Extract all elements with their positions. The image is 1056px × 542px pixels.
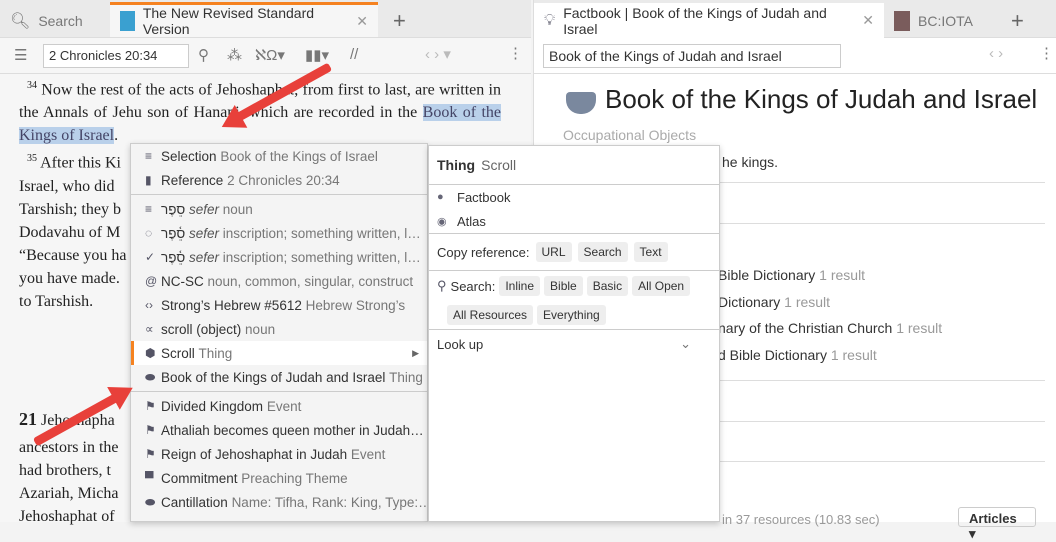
parallel-icon[interactable]: ▮▮▾ bbox=[305, 46, 329, 64]
map-pin-icon: ◉ bbox=[437, 215, 447, 228]
flag-icon: ⚑ bbox=[145, 447, 156, 461]
menu-item[interactable]: ≡ סֵפֶר sefer noun bbox=[131, 197, 427, 221]
lines-icon: ≡ bbox=[145, 202, 153, 216]
menu-icon[interactable]: ☰ bbox=[14, 46, 27, 64]
sync-icon[interactable]: // bbox=[350, 46, 358, 63]
result-item[interactable]: Dictionary 1 result bbox=[718, 294, 830, 310]
search-everything-button[interactable]: Everything bbox=[537, 305, 606, 325]
new-tab-icon[interactable]: + bbox=[1011, 8, 1024, 34]
more-icon[interactable]: ⋮ bbox=[508, 44, 523, 62]
factbook-search-input[interactable]: Book of the Kings of Judah and Israel bbox=[543, 44, 841, 68]
menu-separator bbox=[131, 194, 427, 195]
divider bbox=[720, 421, 1045, 422]
divider bbox=[720, 223, 1045, 224]
menu-item[interactable]: ⬬ Book of the Kings of Judah and Israel T… bbox=[131, 365, 427, 389]
tab-bciota[interactable]: BC:IOTA bbox=[884, 3, 999, 38]
tab-nrsv[interactable]: The New Revised Standard Version ✕ bbox=[110, 2, 378, 37]
flag-icon: ⚑ bbox=[145, 423, 156, 437]
menu-item[interactable]: ⚑ Athaliah becomes queen mother in Judah… bbox=[131, 418, 427, 442]
menu-item[interactable]: ≡ Selection Book of the Kings of Israel bbox=[131, 144, 427, 168]
copy-url-button[interactable]: URL bbox=[535, 242, 572, 262]
check-icon: ✓ bbox=[145, 250, 156, 264]
visual-filter-icon[interactable]: ⁂ bbox=[227, 46, 242, 64]
podium-icon: ▀ bbox=[145, 471, 154, 485]
search-basic-button[interactable]: Basic bbox=[586, 276, 629, 296]
copy-text-button[interactable]: Text bbox=[633, 242, 668, 262]
tab-factbook[interactable]: 💡︎ Factbook | Book of the Kings of Judah … bbox=[534, 3, 884, 38]
search-all-open-button[interactable]: All Open bbox=[632, 276, 691, 296]
tab-search[interactable]: 🔍︎ Search bbox=[0, 3, 110, 38]
divider bbox=[720, 182, 1045, 183]
divider bbox=[720, 380, 1045, 381]
bowl-icon: ⬬ bbox=[145, 369, 156, 384]
description: he kings. bbox=[722, 154, 779, 170]
result-item[interactable]: nary of the Christian Church 1 result bbox=[718, 320, 942, 336]
submenu-arrow-icon: ▶ bbox=[412, 347, 419, 358]
menu-item[interactable]: ⚑ Reign of Jehoshaphat in Judah Event bbox=[131, 442, 427, 466]
right-toolbar: Book of the Kings of Judah and Israel ‹ … bbox=[534, 38, 1056, 74]
menu-item[interactable]: ⬬ Cantillation Name: Tifha, Rank: King, T… bbox=[131, 490, 427, 514]
result-item[interactable]: d Bible Dictionary 1 result bbox=[718, 347, 877, 363]
circle-icon: ◌ bbox=[145, 226, 153, 240]
menu-item[interactable]: ✓ סֵ֫פֶר sefer inscription; something wri… bbox=[131, 245, 427, 269]
cube-icon: ⬢ bbox=[145, 346, 156, 360]
search-icon[interactable]: ⚲ bbox=[198, 46, 209, 64]
verse-34: 34 Now the rest of the acts of Jehoshaph… bbox=[19, 80, 502, 145]
result-item[interactable]: Bible Dictionary 1 result bbox=[718, 267, 865, 283]
reference-input[interactable]: 2 Chronicles 20:34 bbox=[43, 44, 189, 68]
search-icon: 🔍︎ bbox=[10, 12, 31, 30]
at-icon: @ bbox=[145, 274, 158, 288]
submenu-atlas[interactable]: ◉ Atlas bbox=[429, 209, 719, 233]
lightbulb-icon: ● bbox=[437, 191, 444, 203]
bowl-icon bbox=[566, 92, 596, 114]
menu-item[interactable]: ∝ scroll (object) noun bbox=[131, 317, 427, 341]
search-bible-button[interactable]: Bible bbox=[544, 276, 583, 296]
menu-item[interactable]: ⬢ Scroll Thing ▶ bbox=[131, 341, 427, 365]
search-inline-button[interactable]: Inline bbox=[499, 276, 541, 296]
menu-item[interactable]: ◌ סֵ֫פֶר sefer inscription; something wri… bbox=[131, 221, 427, 245]
back-icon[interactable]: ‹ › bbox=[989, 45, 1003, 62]
menu-item[interactable]: ‹› Strong’s Hebrew #5612 Hebrew Strong’s bbox=[131, 293, 427, 317]
menu-item[interactable]: @ NC-SC noun, common, singular, construct bbox=[131, 269, 427, 293]
bookmark-icon: ▮ bbox=[145, 173, 152, 187]
new-tab-icon[interactable]: + bbox=[393, 8, 406, 34]
divider bbox=[720, 461, 1045, 462]
close-icon[interactable]: ✕ bbox=[862, 12, 874, 29]
left-toolbar: ☰ 2 Chronicles 20:34 ⚲ ⁂ ℵΩ▾ ▮▮▾ // ‹ › … bbox=[0, 38, 531, 74]
factbook-title: Book of the Kings of Judah and Israel bbox=[605, 84, 1038, 114]
back-icon[interactable]: ‹ › ▾ bbox=[425, 45, 451, 63]
more-icon[interactable]: ⋮ bbox=[1039, 44, 1054, 62]
lightbulb-icon: 💡︎ bbox=[544, 11, 556, 29]
search-all-resources-button[interactable]: All Resources bbox=[447, 305, 534, 325]
menu-separator bbox=[131, 391, 427, 392]
nrsv-book-icon bbox=[120, 11, 135, 31]
menu-item[interactable]: ▀ Commitment Preaching Theme bbox=[131, 466, 427, 490]
search-icon: ⚲ bbox=[437, 278, 447, 293]
submenu-factbook[interactable]: ● Factbook bbox=[429, 185, 719, 209]
menu-item[interactable]: ⚑ Divided Kingdom Event bbox=[131, 394, 427, 418]
book-cover-icon bbox=[894, 10, 910, 31]
code-icon: ‹› bbox=[145, 298, 153, 312]
results-footer: in 37 resources (10.83 sec) bbox=[722, 512, 880, 527]
alpha-icon: ∝ bbox=[145, 322, 154, 336]
context-menu: ≡ Selection Book of the Kings of Israel ▮ R… bbox=[130, 143, 428, 522]
chevron-down-icon: ⌄ bbox=[680, 336, 691, 351]
factbook-category: Occupational Objects bbox=[563, 127, 697, 143]
interlinear-icon[interactable]: ℵΩ▾ bbox=[255, 46, 285, 64]
lines-icon: ≡ bbox=[145, 149, 153, 163]
left-tabbar: 🔍︎ Search The New Revised Standard Versio… bbox=[0, 0, 531, 38]
look-up-row[interactable]: Look up ⌄ bbox=[429, 330, 719, 358]
pill-icon: ⬬ bbox=[145, 494, 156, 509]
articles-button[interactable]: Articles ▾ bbox=[958, 507, 1036, 541]
context-submenu: Thing Scroll ● Factbook ◉ Atlas Copy refere… bbox=[428, 145, 720, 522]
menu-item[interactable]: ▮ Reference 2 Chronicles 20:34 bbox=[131, 168, 427, 192]
copy-search-button[interactable]: Search bbox=[577, 242, 628, 262]
right-tabbar: 💡︎ Factbook | Book of the Kings of Judah … bbox=[534, 0, 1056, 38]
flag-icon: ⚑ bbox=[145, 399, 156, 413]
close-icon[interactable]: ✕ bbox=[356, 13, 368, 30]
